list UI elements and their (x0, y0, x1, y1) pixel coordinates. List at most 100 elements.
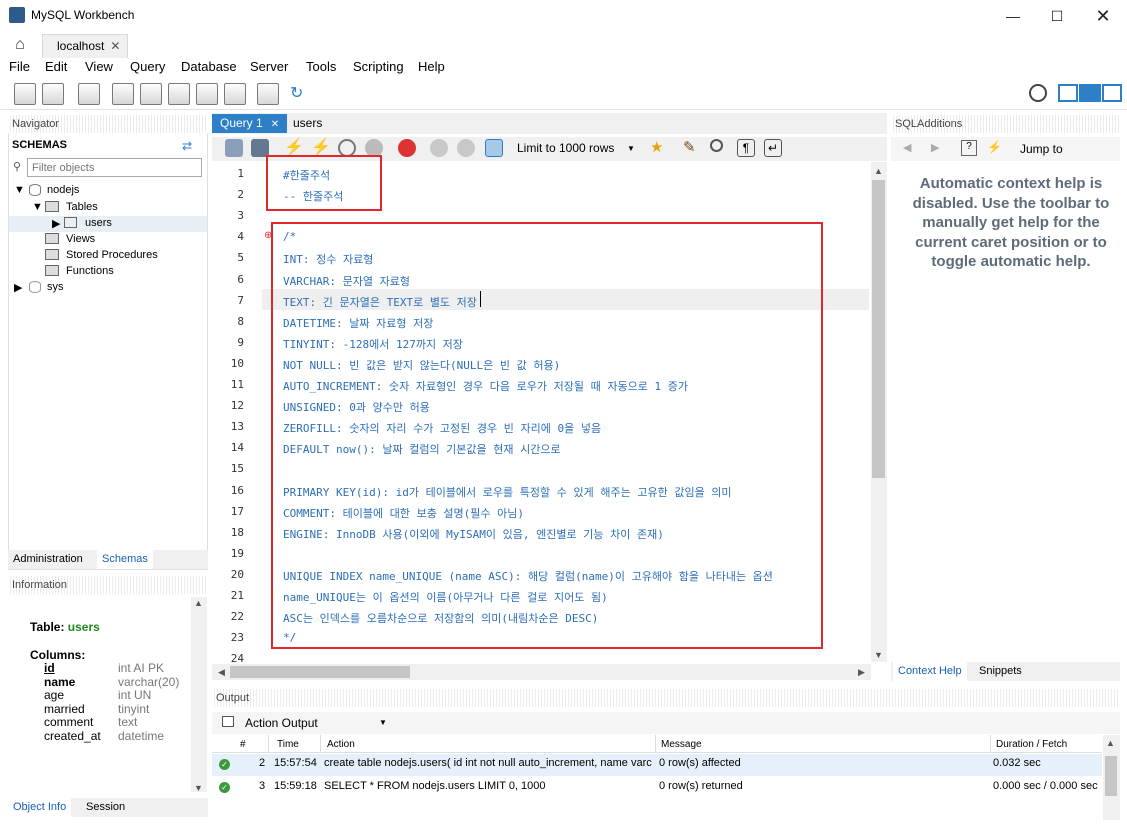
scroll-down-icon[interactable]: ▼ (194, 783, 203, 793)
filter-objects-input[interactable] (27, 158, 202, 177)
find-icon[interactable] (710, 139, 723, 152)
minimize-button[interactable]: — (990, 0, 1036, 32)
line-number: 20 (230, 567, 244, 581)
table-users[interactable]: users (85, 217, 112, 229)
expand-tables-icon[interactable]: ▼ (32, 201, 43, 213)
scroll-left-icon[interactable]: ◀ (218, 667, 225, 678)
word-wrap-icon[interactable]: ↵ (764, 139, 782, 157)
tab-schemas[interactable]: Schemas (97, 550, 153, 569)
tab-object-info[interactable]: Object Info (8, 798, 72, 817)
col-header-action[interactable]: Action (327, 739, 355, 750)
row-number: 2 (259, 757, 266, 769)
toggle-secondary-sidebar-icon[interactable] (1102, 84, 1122, 102)
menu-database[interactable]: Database (181, 59, 237, 74)
create-table-icon[interactable] (140, 83, 162, 105)
beautify-icon[interactable]: ✎ (683, 139, 701, 157)
open-sql-script-icon[interactable] (42, 83, 64, 105)
refresh-schemas-icon[interactable]: ⇄ (182, 139, 192, 153)
schemas-label: SCHEMAS (12, 139, 68, 151)
close-tab-icon[interactable]: ✕ (271, 119, 279, 130)
line-number: 5 (237, 251, 244, 265)
tab-session[interactable]: Session (81, 798, 130, 817)
tab-snippets[interactable]: Snippets (974, 662, 1027, 681)
col-header-message[interactable]: Message (661, 739, 702, 750)
hscrollbar-thumb[interactable] (230, 666, 410, 678)
tab-context-help[interactable]: Context Help (893, 662, 967, 681)
expand-nodejs-icon[interactable]: ▼ (14, 184, 25, 196)
expand-sys-icon[interactable]: ▶ (14, 281, 22, 294)
row-message: 0 row(s) returned (659, 780, 743, 792)
functions-node[interactable]: Functions (66, 265, 114, 277)
stored-procedures-node[interactable]: Stored Procedures (66, 249, 158, 261)
menu-help[interactable]: Help (418, 59, 445, 74)
col-header-duration[interactable]: Duration / Fetch (996, 739, 1067, 750)
inspector-icon[interactable] (78, 83, 100, 105)
schema-sys[interactable]: sys (47, 281, 64, 293)
menu-query[interactable]: Query (130, 59, 165, 74)
create-schema-icon[interactable] (112, 83, 134, 105)
tables-node[interactable]: Tables (66, 201, 98, 213)
create-procedure-icon[interactable] (196, 83, 218, 105)
row-action: SELECT * FROM nodejs.users LIMIT 0, 1000 (324, 780, 546, 792)
reconnect-icon[interactable]: ↻ (290, 83, 312, 105)
context-help-icon[interactable]: ? (961, 140, 977, 156)
home-icon[interactable]: ⌂ (4, 34, 36, 56)
toggle-output-icon[interactable] (1079, 84, 1101, 102)
views-icon (45, 233, 59, 244)
col-header-number[interactable]: # (240, 739, 246, 750)
menu-scripting[interactable]: Scripting (353, 59, 404, 74)
autocommit-icon[interactable] (485, 139, 503, 157)
expand-users-icon[interactable]: ▶ (52, 217, 60, 230)
annotation-box-block-comment (271, 222, 823, 649)
forward-icon[interactable]: ▶ (931, 141, 939, 154)
commit-icon[interactable] (430, 139, 448, 157)
settings-gear-icon[interactable] (1029, 84, 1047, 102)
search-table-data-icon[interactable] (257, 83, 279, 105)
menu-edit[interactable]: Edit (45, 59, 67, 74)
col-header-time[interactable]: Time (277, 739, 299, 750)
row-number: 3 (259, 780, 266, 792)
tab-query-1[interactable]: Query 1 ✕ (212, 114, 288, 133)
limit-rows-select[interactable]: Limit to 1000 rows ▼ (517, 141, 637, 157)
close-tab-icon[interactable]: ✕ (110, 39, 120, 53)
line-number: 15 (230, 462, 244, 476)
menu-tools[interactable]: Tools (306, 59, 336, 74)
schema-nodejs[interactable]: nodejs (47, 184, 79, 196)
menu-server[interactable]: Server (250, 59, 288, 74)
jump-to-label[interactable]: Jump to (1020, 142, 1063, 156)
create-function-icon[interactable] (224, 83, 246, 105)
views-node[interactable]: Views (66, 233, 95, 245)
output-scrollbar-thumb[interactable] (1105, 756, 1117, 796)
line-number: 12 (230, 399, 244, 413)
create-view-icon[interactable] (168, 83, 190, 105)
new-sql-tab-icon[interactable] (14, 83, 36, 105)
maximize-button[interactable]: ☐ (1034, 0, 1080, 32)
invisible-chars-icon[interactable]: ¶ (737, 139, 755, 157)
open-file-icon[interactable] (225, 139, 243, 157)
toggle-error-icon[interactable] (398, 139, 416, 157)
add-snippet-icon[interactable]: ★ (650, 139, 668, 157)
column-divider (268, 735, 269, 753)
scroll-down-icon[interactable]: ▼ (874, 650, 883, 660)
menu-view[interactable]: View (85, 59, 113, 74)
line-number: 9 (237, 335, 244, 349)
scroll-up-icon[interactable]: ▲ (1106, 738, 1115, 748)
back-icon[interactable]: ◀ (903, 141, 911, 154)
connection-tab[interactable]: localhost ✕ (42, 34, 128, 58)
scroll-right-icon[interactable]: ▶ (858, 667, 865, 678)
line-number: 19 (230, 546, 244, 560)
scrollbar-thumb[interactable] (872, 180, 885, 478)
output-type-select[interactable]: Action Output ▼ (239, 714, 391, 732)
scroll-up-icon[interactable]: ▲ (874, 166, 883, 176)
menu-file[interactable]: File (9, 59, 30, 74)
auto-help-icon[interactable]: ⚡ (987, 140, 1002, 154)
success-check-icon: ✓ (219, 759, 230, 770)
tab-administration[interactable]: Administration (8, 550, 88, 569)
tab-users[interactable]: users (285, 114, 330, 133)
rollback-icon[interactable] (457, 139, 475, 157)
close-window-button[interactable]: ✕ (1080, 0, 1126, 32)
toggle-sidebar-icon[interactable] (1058, 84, 1078, 102)
line-number: 21 (230, 589, 244, 602)
line-number: 10 (230, 356, 244, 370)
scroll-up-icon[interactable]: ▲ (194, 598, 203, 608)
